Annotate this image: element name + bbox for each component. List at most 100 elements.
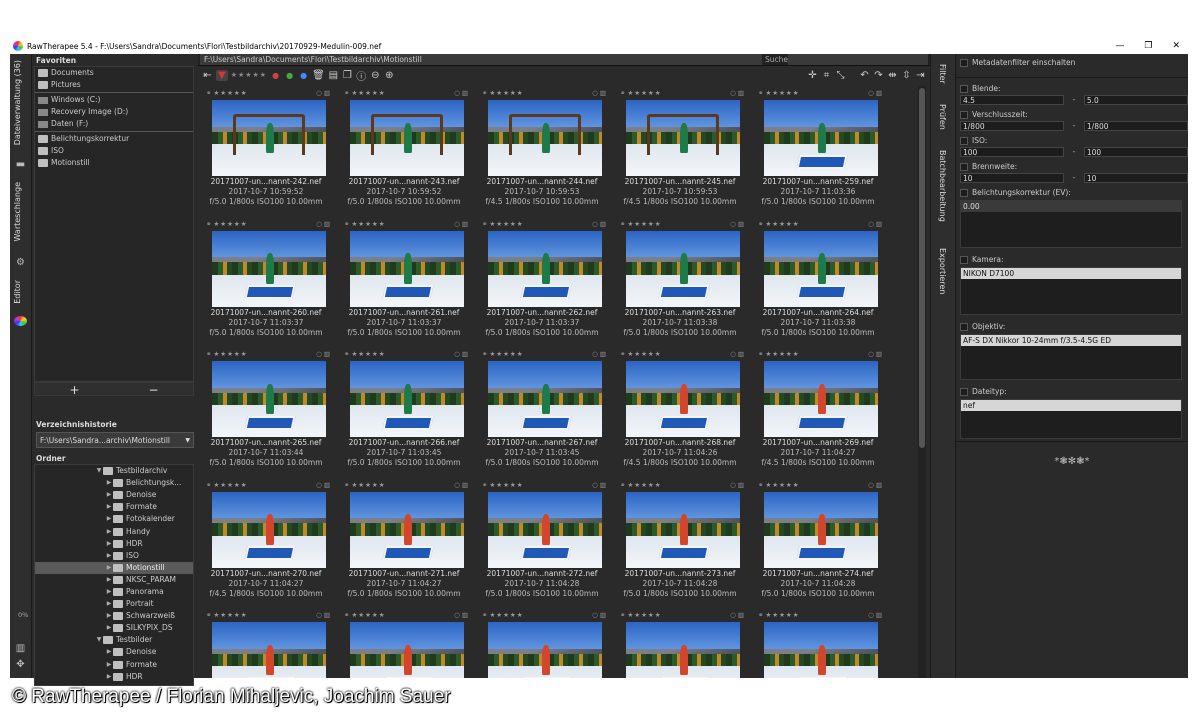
camera-list[interactable]: NIKON D7100 xyxy=(960,267,1182,315)
thumbnail-image[interactable] xyxy=(626,230,740,307)
trash-icon[interactable]: ▥ xyxy=(462,89,468,97)
rank-stars[interactable]: ★★★★★ xyxy=(765,220,866,228)
thumbnail-cell[interactable]: ⚭ ★★★★★ ○ ▥ 20171007-un...nannt-273.nef 2017-… xyxy=(612,480,748,610)
thumbnail-cell[interactable]: ⚭ ★★★★★ ○ ▥ 20171007-un...nannt-244.nef 2017-… xyxy=(474,88,610,218)
aperture-max-input[interactable]: 5.0 xyxy=(1083,94,1188,105)
edit-status-icon[interactable]: ⚭ xyxy=(344,89,349,97)
focal-filter[interactable]: Brennweite: xyxy=(956,161,1188,172)
trash-icon[interactable]: ▥ xyxy=(324,481,330,489)
collapsed-arrow-icon[interactable]: ▶ xyxy=(105,501,113,513)
trash-icon[interactable]: ▥ xyxy=(876,89,882,97)
list-item[interactable]: AF-S DX Nikkor 10-24mm f/3.5-4.5G ED xyxy=(961,335,1181,346)
filter-icon[interactable]: ▼ xyxy=(216,69,228,81)
trash-icon[interactable]: ▥ xyxy=(462,481,468,489)
aperture-min-input[interactable]: 4.5 xyxy=(960,94,1065,105)
thumbnail-cell[interactable]: ⚭ ★★★★★ ○ ▥ 20171007-un...nannt-259.nef 2017-… xyxy=(750,88,886,218)
thumbnail-cell[interactable]: ⚭ ★★★★★ ○ ▥ 20171007-un...nannt-262.nef 2017-… xyxy=(474,219,610,349)
thumbnail-image[interactable] xyxy=(350,361,464,437)
rank-stars[interactable]: ★★★★★ xyxy=(213,481,314,489)
reject-icon[interactable]: ○ xyxy=(316,481,322,489)
edit-status-icon[interactable]: ⚭ xyxy=(344,481,349,489)
filetype-filter[interactable]: Dateityp: xyxy=(956,386,1188,397)
collapsed-arrow-icon[interactable]: ▶ xyxy=(105,574,113,586)
color-label-icon[interactable]: ● xyxy=(284,71,295,80)
tree-folder[interactable]: ▶ HDR xyxy=(35,671,193,683)
reject-icon[interactable]: ○ xyxy=(316,89,322,97)
aperture-filter[interactable]: Blende: xyxy=(956,83,1188,94)
reject-icon[interactable]: ○ xyxy=(454,481,460,489)
zoom-in-icon[interactable]: ⊕ xyxy=(384,70,395,81)
thumbnail-image[interactable] xyxy=(488,491,602,568)
collapsed-arrow-icon[interactable]: ▶ xyxy=(105,659,113,671)
rank-stars[interactable]: ★★★★★ xyxy=(351,89,452,97)
tree-folder[interactable]: ▶ Portrait xyxy=(35,598,193,610)
rank-stars[interactable]: ★★★★★ xyxy=(213,89,314,97)
edit-status-icon[interactable]: ⚭ xyxy=(206,89,211,97)
collapsed-arrow-icon[interactable]: ▶ xyxy=(105,610,113,622)
tree-folder[interactable]: ▶ Handy xyxy=(35,525,193,537)
rank-filter-icon[interactable]: ★★★★★ xyxy=(231,71,267,79)
rank-stars[interactable]: ★★★★★ xyxy=(489,89,590,97)
collapsed-arrow-icon[interactable]: ▶ xyxy=(105,671,113,683)
collapsed-arrow-icon[interactable]: ▶ xyxy=(105,526,113,538)
thumbnail-image[interactable] xyxy=(212,491,326,568)
expcomp-list[interactable]: 0.00 xyxy=(960,200,1182,248)
list-item[interactable]: nef xyxy=(961,400,1181,411)
edit-status-icon[interactable]: ⚭ xyxy=(482,350,487,358)
trash-icon[interactable]: ▥ xyxy=(876,220,882,228)
tab-file-browser[interactable]: Dateiverwaltung (36) xyxy=(13,60,22,145)
tree-folder[interactable]: ▼ Testbilder xyxy=(35,634,193,646)
edit-status-icon[interactable]: ⚭ xyxy=(482,481,487,489)
iso-min-input[interactable]: 100 xyxy=(960,146,1065,157)
thumbnail-image[interactable] xyxy=(626,622,740,678)
collapsed-arrow-icon[interactable]: ▶ xyxy=(105,513,113,525)
thumbnail-cell[interactable]: ⚭ ★★★★★ ○ ▥ 20171007-un...nannt-264.nef 2017-… xyxy=(750,219,886,349)
collapsed-arrow-icon[interactable]: ▶ xyxy=(105,586,113,598)
reject-icon[interactable]: ○ xyxy=(730,350,736,358)
trash-icon[interactable]: ▥ xyxy=(462,220,468,228)
edit-status-icon[interactable]: ⚭ xyxy=(344,220,349,228)
tree-folder[interactable]: ▶ SILKYPIX_DS xyxy=(35,622,193,634)
thumbnail-cell[interactable]: ⚭ ★★★★★ ○ ▥ 20171007-un...nannt-242.nef 2017-… xyxy=(198,88,334,218)
thumbnail-image[interactable] xyxy=(626,100,740,176)
reject-icon[interactable]: ○ xyxy=(592,220,598,228)
reject-icon[interactable]: ○ xyxy=(868,481,874,489)
resize-icon[interactable]: ⤡ xyxy=(835,70,846,81)
trash-icon[interactable]: ▥ xyxy=(738,611,744,619)
thumbnail-cell[interactable]: ⚭ ★★★★★ ○ ▥ 20171007-un...nannt-260.nef 2017-… xyxy=(198,219,334,349)
thumbnail-cell[interactable]: ⚭ ★★★★★ ○ ▥ 20171007-un...nannt-243.nef 2017-… xyxy=(336,88,472,218)
color-label-icon[interactable]: ● xyxy=(298,71,309,80)
rotate-right-icon[interactable]: ↷ xyxy=(873,70,884,81)
add-place-button[interactable]: + xyxy=(69,383,79,397)
trash-icon[interactable]: ▥ xyxy=(738,89,744,97)
reject-icon[interactable]: ○ xyxy=(592,89,598,97)
rank-stars[interactable]: ★★★★★ xyxy=(489,350,590,358)
edit-status-icon[interactable]: ⚭ xyxy=(620,220,625,228)
reject-icon[interactable]: ○ xyxy=(454,350,460,358)
focal-min-input[interactable]: 10 xyxy=(960,172,1065,183)
edit-status-icon[interactable]: ⚭ xyxy=(344,350,349,358)
tab-export[interactable]: Exportieren xyxy=(938,248,947,294)
thumbnail-image[interactable] xyxy=(350,491,464,568)
checkbox[interactable] xyxy=(960,84,968,93)
thumbnail-cell[interactable]: ⚭ ★★★★★ ○ ▥ 20171007-un...nannt-269.nef 2017-… xyxy=(750,349,886,479)
trash-icon[interactable]: ▥ xyxy=(600,611,606,619)
trash-icon[interactable]: ▥ xyxy=(600,481,606,489)
trash-icon[interactable]: ▥ xyxy=(600,89,606,97)
edit-status-icon[interactable]: ⚭ xyxy=(482,220,487,228)
thumbnail-cell[interactable]: ⚭ ★★★★★ ○ ▥ 20171007-un...nannt-268.nef 2017-… xyxy=(612,349,748,479)
place-documents[interactable]: Documents xyxy=(35,67,193,79)
thumbnail-cell[interactable]: ⚭ ★★★★★ ○ ▥ 20171007-un...nannt-265.nef 2017-… xyxy=(198,349,334,479)
thumbnail-cell[interactable]: ⚭ ★★★★★ ○ ▥ 20171007-un...nannt-261.nef 2017-… xyxy=(336,219,472,349)
shutter-min-input[interactable]: 1/800 xyxy=(960,120,1065,131)
tab-batch[interactable]: Batchbearbeitung xyxy=(938,150,947,222)
scrollbar-thumb[interactable] xyxy=(919,88,925,448)
minimize-button[interactable]: — xyxy=(1115,38,1124,54)
rank-stars[interactable]: ★★★★★ xyxy=(351,481,452,489)
drive-f[interactable]: Daten (F:) xyxy=(35,118,193,130)
recent-folder[interactable]: Motionstill xyxy=(35,157,193,169)
collapsed-arrow-icon[interactable]: ▶ xyxy=(105,489,113,501)
drive-d[interactable]: Recovery Image (D:) xyxy=(35,106,193,118)
trash-icon[interactable]: ▥ xyxy=(738,220,744,228)
rank-stars[interactable]: ★★★★★ xyxy=(765,89,866,97)
